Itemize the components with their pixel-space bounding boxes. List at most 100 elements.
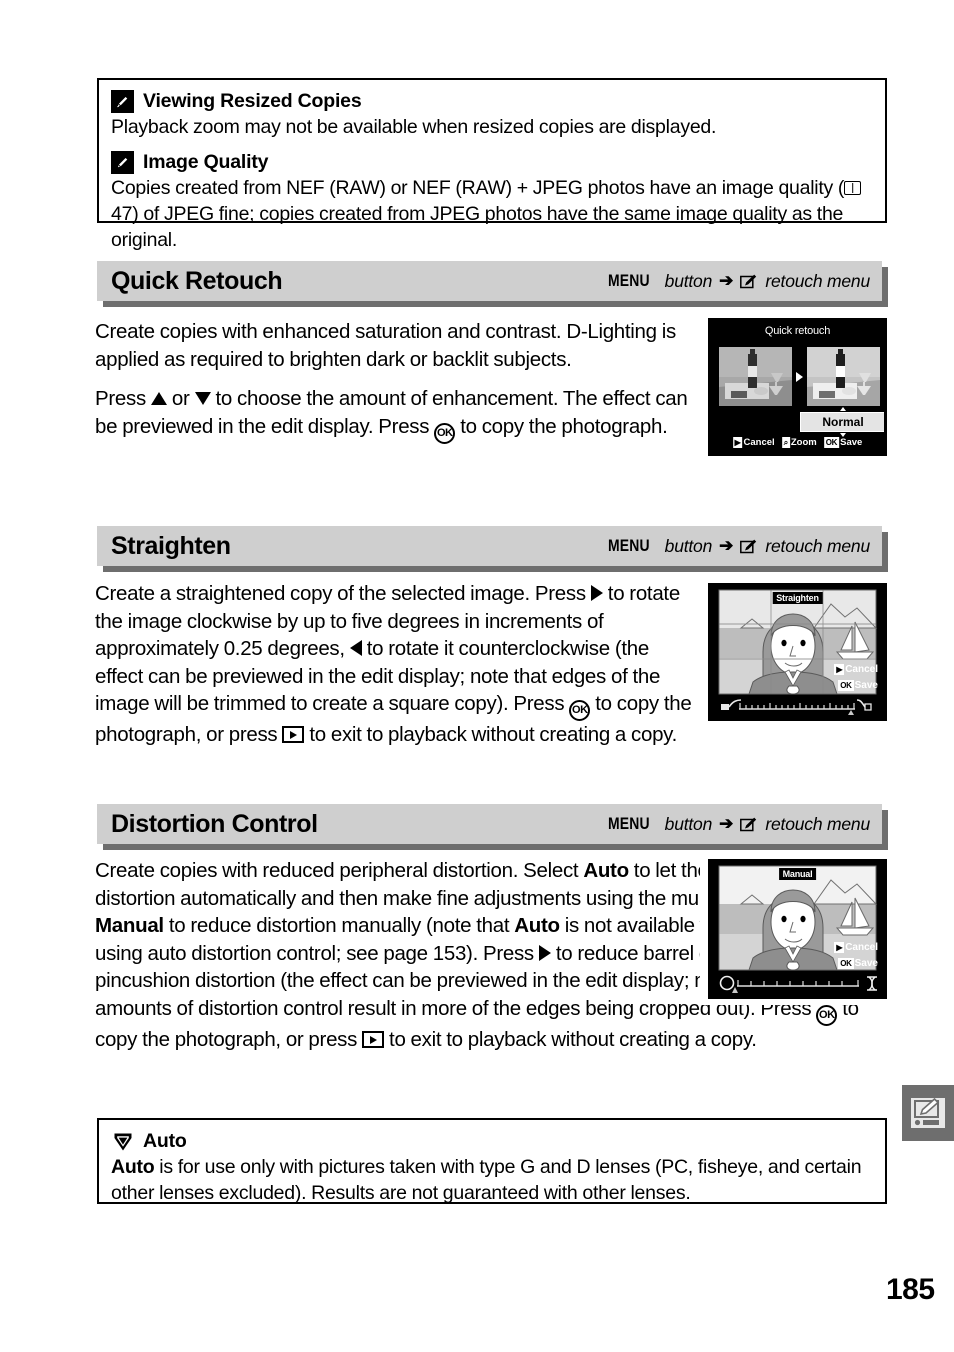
- note-heading: Viewing Resized Copies: [111, 90, 873, 113]
- ok-button-icon: OK: [816, 1004, 838, 1026]
- figure-button-label: Cancel: [743, 437, 775, 448]
- section-header-distortion-control: Distortion Control MENU button ➔ retouch…: [97, 804, 888, 850]
- figure-button-save: OK Save: [838, 958, 878, 969]
- text-run-bold: Auto: [514, 914, 560, 938]
- retouch-menu-label: retouch menu: [765, 270, 870, 291]
- side-tab-retouch-menu: [902, 1085, 954, 1141]
- text-run-bold: Auto: [583, 859, 629, 882]
- straighten-body: Create a straightened copy of the select…: [95, 580, 695, 749]
- down-arrow-key-icon: [194, 392, 211, 406]
- note-body-part-1: Copies created from NEF (RAW) or NEF (RA…: [111, 176, 845, 199]
- ok-button-icon: OK: [569, 700, 591, 722]
- note-body-part-2: ) of JPEG fine; copies created from JPEG…: [111, 202, 844, 251]
- caution-icon: [111, 1130, 134, 1153]
- text-run: to copy the photograph.: [455, 414, 668, 438]
- lcd-content: Straighten ▶ Cancel OK Save: [711, 586, 884, 718]
- text-run: Create a straightened copy of the select…: [95, 582, 591, 605]
- page-ref-icon: [844, 180, 862, 195]
- section-title: Quick Retouch: [111, 266, 283, 295]
- retouch-menu-icon: [740, 273, 759, 290]
- ok-badge-icon: OK: [838, 958, 854, 969]
- figure-button-label: Cancel: [845, 942, 878, 953]
- section-title: Distortion Control: [111, 809, 318, 838]
- zoom-badge-icon: ⌕: [781, 437, 790, 448]
- note-title: Viewing Resized Copies: [143, 90, 362, 112]
- figure-title: Straighten: [772, 592, 823, 604]
- right-arrow-key-icon: [590, 585, 603, 601]
- menu-button-label: MENU: [607, 271, 650, 290]
- bottom-note-box: Auto Auto is for use only with pictures …: [97, 1118, 887, 1204]
- menu-button-label: MENU: [607, 814, 650, 833]
- ok-badge-icon: OK: [823, 437, 840, 448]
- playback-badge-icon: ▶: [834, 942, 845, 953]
- manual-page: Viewing Resized Copies Playback zoom may…: [0, 0, 954, 1352]
- arrow-right-icon: ➔: [719, 536, 734, 555]
- text-run: is for use only with pictures taken with…: [111, 1156, 862, 1204]
- note-body: Copies created from NEF (RAW) or NEF (RA…: [111, 176, 873, 254]
- note-body: Auto is for use only with pictures taken…: [111, 1155, 873, 1207]
- figure-straighten-screen: Straighten ▶ Cancel OK Save: [708, 583, 887, 721]
- figure-option-box: Normal: [800, 412, 884, 432]
- figure-button-save: OK Save: [838, 680, 878, 691]
- menu-path: MENU button ➔ retouch menu: [608, 536, 870, 557]
- figure-button-label: Cancel: [845, 664, 878, 675]
- up-arrow-key-icon: [150, 392, 167, 406]
- paragraph: Create copies with enhanced saturation a…: [95, 320, 676, 371]
- retouch-menu-icon: [740, 538, 759, 555]
- text-run: to exit to playback without creating a c…: [384, 1027, 757, 1051]
- text-run: Press: [95, 387, 151, 411]
- top-note-box: Viewing Resized Copies Playback zoom may…: [97, 78, 887, 251]
- retouch-menu-label: retouch menu: [765, 813, 870, 834]
- text-run: to exit to playback without creating a c…: [304, 723, 678, 747]
- lcd-content: Quick retouch Normal ▶ Cancel ⌕ Zoom OK Sav…: [711, 321, 884, 453]
- quick-retouch-body: Create copies with enhanced saturation a…: [95, 318, 700, 444]
- retouch-menu-label: retouch menu: [765, 535, 870, 556]
- pencil-note-icon: [111, 150, 134, 174]
- figure-button-save: OK Save: [823, 437, 863, 448]
- right-arrow-key-icon: [538, 944, 551, 961]
- note-title: Image Quality: [143, 150, 269, 173]
- section-header-straighten: Straighten MENU button ➔ retouch menu: [97, 526, 888, 572]
- figure-option-value: Normal: [822, 415, 864, 429]
- figure-button-label: Save: [854, 680, 878, 691]
- figure-button-label: Zoom: [790, 437, 817, 448]
- note-heading: Auto: [111, 1130, 873, 1153]
- menu-path: MENU button ➔ retouch menu: [608, 271, 870, 292]
- text-run: to reduce distortion manually (note that: [163, 914, 515, 938]
- figure-button-zoom: ⌕ Zoom: [781, 437, 817, 448]
- note-body: Playback zoom may not be available when …: [111, 116, 717, 138]
- figure-button-label: Save: [854, 958, 878, 969]
- figure-distortion-control-screen: Manual ▶ Cancel OK Save: [708, 859, 887, 999]
- button-word: button: [664, 270, 713, 291]
- section-title: Straighten: [111, 531, 231, 560]
- ok-badge-icon: OK: [838, 680, 854, 691]
- figure-quick-retouch-screen: Quick retouch Normal ▶ Cancel ⌕ Zoom OK Sav…: [708, 318, 887, 456]
- note-viewing-resized-copies: Viewing Resized Copies Playback zoom may…: [111, 90, 873, 141]
- left-arrow-key-icon: [349, 640, 362, 657]
- figure-button-label: Save: [840, 437, 863, 448]
- playback-button-icon: [362, 1030, 385, 1048]
- retouch-menu-icon: [740, 816, 759, 833]
- menu-path: MENU button ➔ retouch menu: [608, 814, 870, 835]
- figure-button-row: ▶ Cancel ⌕ Zoom OK Save: [732, 437, 863, 448]
- figure-title: Quick retouch: [764, 325, 831, 337]
- note-image-quality: Image Quality Copies created from NEF (R…: [111, 150, 873, 254]
- pencil-note-icon: [111, 90, 134, 113]
- note-title: Auto: [143, 1130, 187, 1152]
- text-run: Create copies with reduced peripheral di…: [95, 859, 584, 882]
- text-run-bold: Manual: [95, 914, 164, 938]
- paragraph: Create a straightened copy of the select…: [95, 580, 695, 749]
- playback-badge-icon: ▶: [732, 437, 743, 448]
- playback-button-icon: [282, 726, 305, 744]
- arrow-right-icon: ➔: [719, 271, 734, 290]
- figure-button-cancel: ▶ Cancel: [834, 942, 878, 953]
- figure-button-cancel: ▶ Cancel: [834, 664, 878, 675]
- paragraph: Press or to choose the amount of enhance…: [95, 385, 700, 444]
- figure-button-cancel: ▶ Cancel: [732, 437, 775, 448]
- text-run-bold: Auto: [111, 1156, 155, 1178]
- ok-button-icon: OK: [434, 422, 456, 444]
- section-header-quick-retouch: Quick Retouch MENU button ➔ retouch menu: [97, 261, 888, 307]
- retouch-menu-icon: [911, 1097, 945, 1128]
- lcd-content: Manual ▶ Cancel OK Save: [711, 862, 884, 996]
- page-number: 185: [886, 1273, 935, 1306]
